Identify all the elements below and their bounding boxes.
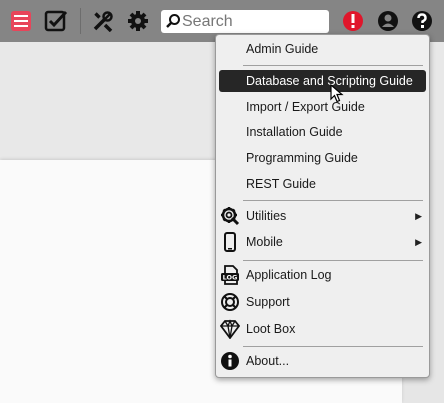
help-icon[interactable] xyxy=(410,9,434,33)
menu-item-rest-guide[interactable]: REST Guide xyxy=(219,173,426,195)
log-icon: LOG xyxy=(220,265,240,285)
menu-item-label: Installation Guide xyxy=(246,125,343,139)
menu-item-label: Utilities xyxy=(246,209,287,223)
menu-item-support[interactable]: Support xyxy=(219,291,426,313)
lifebuoy-icon xyxy=(220,292,240,312)
gear-icon[interactable] xyxy=(126,9,150,33)
menu-item-label: About... xyxy=(246,354,290,368)
search-box[interactable] xyxy=(161,10,329,33)
menu-item-database-scripting-guide[interactable]: Database and Scripting Guide xyxy=(219,70,426,92)
checklist-icon[interactable] xyxy=(44,9,68,33)
tools-icon[interactable] xyxy=(91,9,115,33)
menu-item-admin-guide[interactable]: Admin Guide xyxy=(219,38,426,60)
alert-icon[interactable] xyxy=(341,9,365,33)
menu-item-import-export-guide[interactable]: Import / Export Guide xyxy=(219,96,426,118)
menu-item-label: Support xyxy=(246,295,290,309)
menu-separator xyxy=(243,260,423,261)
submenu-arrow-icon: ▶ xyxy=(415,237,422,247)
menu-item-application-log[interactable]: LOG Application Log xyxy=(219,264,426,286)
mobile-icon xyxy=(220,232,240,252)
help-dropdown-menu: Admin Guide Database and Scripting Guide… xyxy=(215,34,430,378)
diamond-icon xyxy=(219,319,241,340)
menu-separator xyxy=(243,346,423,347)
menu-item-label: Import / Export Guide xyxy=(246,100,365,114)
menu-separator xyxy=(243,65,423,66)
menu-item-installation-guide[interactable]: Installation Guide xyxy=(219,121,426,143)
menu-item-utilities[interactable]: Utilities ▶ xyxy=(219,205,426,227)
mouse-cursor-icon xyxy=(330,83,344,104)
user-icon[interactable] xyxy=(376,9,400,33)
info-icon xyxy=(220,351,240,371)
menu-item-label: Admin Guide xyxy=(246,42,319,56)
menu-item-mobile[interactable]: Mobile ▶ xyxy=(219,231,426,253)
menu-item-loot-box[interactable]: Loot Box xyxy=(219,318,426,340)
submenu-arrow-icon: ▶ xyxy=(415,211,422,221)
menu-separator xyxy=(243,200,423,201)
toolbar-divider xyxy=(80,8,81,34)
menu-item-label: Application Log xyxy=(246,268,332,282)
gear-search-icon xyxy=(220,206,240,226)
list-icon[interactable] xyxy=(9,9,33,33)
menu-item-label: Loot Box xyxy=(246,322,296,336)
menu-item-label: Programming Guide xyxy=(246,151,358,165)
menu-item-label: Mobile xyxy=(246,235,283,249)
svg-text:LOG: LOG xyxy=(223,274,238,282)
menu-item-label: REST Guide xyxy=(246,177,316,191)
search-icon xyxy=(165,13,181,29)
search-input[interactable] xyxy=(182,10,324,33)
menu-item-about[interactable]: About... xyxy=(219,350,426,372)
menu-item-programming-guide[interactable]: Programming Guide xyxy=(219,147,426,169)
